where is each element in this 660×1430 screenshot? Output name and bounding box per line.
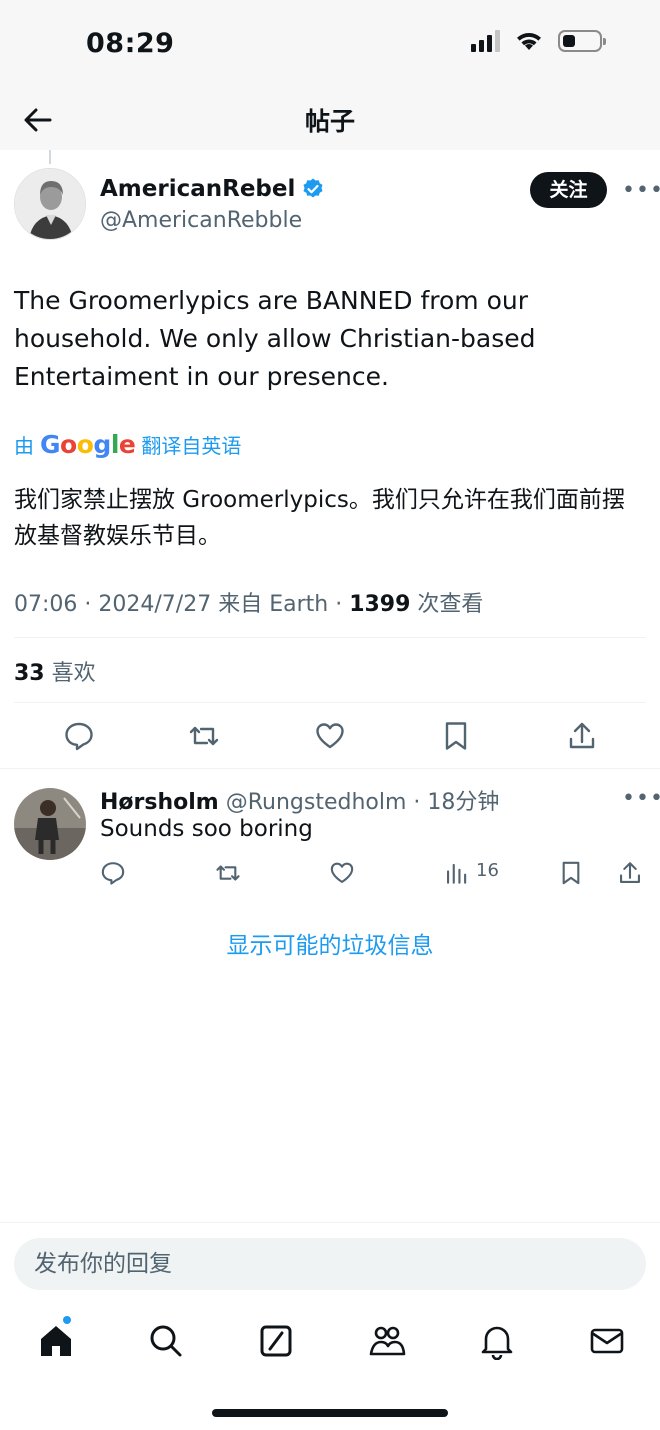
messages-mail-icon[interactable]: [588, 1322, 626, 1360]
like-icon[interactable]: [314, 720, 346, 752]
show-spam-link[interactable]: 显示可能的垃圾信息: [0, 926, 660, 960]
translation-suffix: 翻译自英语: [141, 434, 242, 458]
reply-views-count: 16: [476, 860, 499, 881]
home-icon[interactable]: [37, 1322, 75, 1360]
retweet-icon[interactable]: [188, 720, 220, 752]
reply-avatar[interactable]: [14, 788, 86, 860]
tweet-time: 07:06: [14, 592, 78, 617]
notifications-bell-icon[interactable]: [478, 1322, 516, 1360]
reply-action-bar: 16: [0, 858, 660, 888]
likes-count: 33: [14, 661, 45, 686]
share-icon[interactable]: [566, 720, 598, 752]
divider: [0, 768, 660, 769]
bottom-tab-bar: [0, 1310, 660, 1370]
tweet-location: 来自 Earth: [218, 592, 329, 617]
reply-more-options-icon[interactable]: •••: [622, 786, 660, 811]
translation-attribution[interactable]: 由 Google 翻译自英语: [14, 430, 241, 459]
thread-line: [49, 150, 51, 164]
translated-text: 我们家禁止摆放 Groomerlypics。我们只允许在我们面前摆放基督教娱乐节…: [14, 487, 625, 549]
follow-button[interactable]: 关注: [530, 172, 607, 208]
reply-author-handle: @Rungstedholm: [225, 790, 407, 815]
home-indicator: [212, 1409, 448, 1417]
author-name[interactable]: AmericanRebel: [100, 176, 295, 202]
translation-prefix: 由: [14, 434, 34, 458]
grok-icon[interactable]: [257, 1322, 295, 1360]
author-handle: @AmericanRebble: [100, 208, 303, 233]
google-logo: Google: [40, 430, 136, 459]
view-count-label: 次查看: [417, 592, 484, 617]
reply-icon[interactable]: [100, 860, 126, 886]
more-options-icon[interactable]: •••: [622, 178, 660, 203]
status-icons: [471, 30, 606, 52]
retweet-icon[interactable]: [215, 860, 241, 886]
avatar[interactable]: [14, 168, 86, 240]
status-time: 08:29: [86, 28, 175, 59]
search-icon[interactable]: [147, 1322, 185, 1360]
divider: [14, 702, 646, 703]
cellular-signal-icon: [471, 30, 500, 52]
verified-badge-icon: [303, 178, 323, 198]
reply-header: Hørsholm @Rungstedholm · 18分钟: [100, 790, 500, 815]
new-posts-dot: [63, 1316, 71, 1324]
bookmark-icon[interactable]: [440, 720, 472, 752]
status-bar: 08:29: [0, 0, 660, 90]
view-count: 1399: [349, 592, 411, 617]
reply-icon[interactable]: [63, 720, 95, 752]
reply-author-name[interactable]: Hørsholm: [100, 790, 219, 815]
views-icon[interactable]: [444, 860, 470, 886]
page-title: 帖子: [304, 107, 355, 136]
tweet-text: The Groomerlypics are BANNED from our ho…: [14, 286, 536, 391]
tweet-date: 2024/7/27: [98, 592, 212, 617]
reply-time: 18分钟: [427, 790, 500, 815]
communities-icon[interactable]: [368, 1322, 406, 1360]
battery-icon: [558, 30, 606, 52]
nav-header: 帖子: [0, 90, 660, 150]
divider: [0, 1222, 660, 1223]
bookmark-icon[interactable]: [558, 860, 584, 886]
tweet-action-bar: [0, 716, 660, 758]
like-icon[interactable]: [329, 860, 355, 886]
share-icon[interactable]: [617, 860, 643, 886]
divider: [14, 637, 646, 638]
reply-text: Sounds soo boring: [100, 816, 313, 842]
reply-input[interactable]: 发布你的回复: [14, 1238, 646, 1290]
likes-row[interactable]: 33 喜欢: [14, 655, 96, 687]
likes-label: 喜欢: [51, 661, 96, 686]
tweet-meta: 07:06 · 2024/7/27 来自 Earth · 1399 次查看: [14, 592, 484, 617]
wifi-icon: [517, 33, 541, 50]
author-name-row: AmericanRebel: [100, 176, 325, 202]
